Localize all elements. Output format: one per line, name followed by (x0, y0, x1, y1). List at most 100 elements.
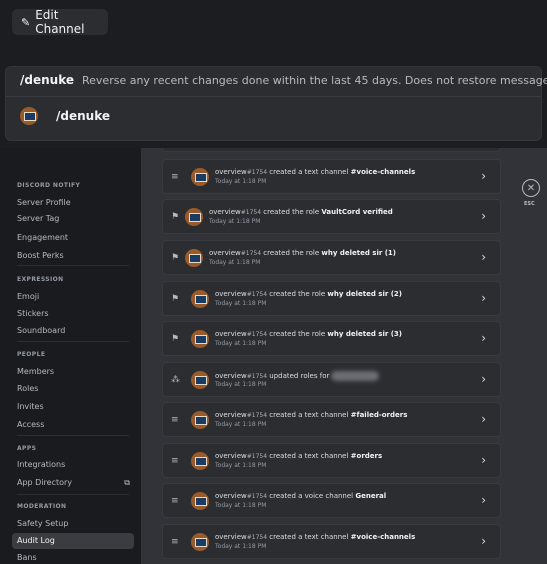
audit-user-name[interactable]: overview (215, 330, 247, 338)
command-name: /denuke (20, 73, 74, 87)
chevron-right-icon[interactable]: › (481, 412, 486, 426)
audit-log-row[interactable]: ⚑ overview#1754 created the role why dele… (162, 240, 501, 275)
channel-icon: ≡ (171, 172, 179, 182)
user-avatar (191, 452, 209, 470)
channel-icon: ≡ (171, 537, 179, 547)
audit-user-name[interactable]: overview (209, 208, 241, 216)
chevron-right-icon[interactable]: › (481, 493, 486, 507)
member-role-icon: ⁂ (171, 375, 180, 385)
external-link-icon: ⧉ (124, 478, 130, 487)
audit-user-name[interactable]: overview (209, 249, 241, 257)
audit-log-row[interactable]: ⚑ overview#1754 created the role why dele… (162, 321, 501, 356)
audit-user-name[interactable]: overview (215, 168, 247, 176)
audit-log-row[interactable]: ≡ overview#1754 created a text channel #f… (162, 402, 501, 437)
sidebar-item-label: Integrations (17, 460, 66, 469)
sidebar-section-header: PEOPLE (17, 351, 46, 358)
close-button[interactable]: ✕ (522, 179, 540, 197)
user-avatar (191, 492, 209, 510)
chevron-right-icon[interactable]: › (481, 372, 486, 386)
audit-user-name[interactable]: overview (215, 452, 247, 460)
audit-user-name[interactable]: overview (215, 372, 247, 380)
settings-sidebar: DISCORD NOTIFY Server Profile Server Tag En… (0, 148, 141, 564)
audit-log-row[interactable]: ⚑ overview#1754 created the role VaultCor… (162, 199, 501, 234)
chevron-right-icon[interactable]: › (481, 331, 486, 345)
audit-user-name[interactable]: overview (215, 533, 247, 541)
audit-action: created a text channel (269, 533, 349, 541)
sidebar-item-boost-perks[interactable]: Boost Perks (17, 251, 132, 260)
close-icon: ✕ (526, 182, 536, 194)
command-option[interactable]: /denuke (20, 107, 110, 125)
sidebar-divider (17, 265, 129, 266)
sidebar-item-invites[interactable]: Invites (17, 402, 132, 411)
audit-timestamp: Today at 1:18 PM (215, 462, 267, 469)
audit-log-row[interactable]: ≡ overview#1754 created a text channel #o… (162, 443, 501, 478)
command-option-label: /denuke (56, 109, 110, 123)
audit-user-tag: #1754 (246, 493, 268, 500)
sidebar-item-integrations[interactable]: Integrations (17, 460, 132, 469)
sidebar-item-soundboard[interactable]: Soundboard (17, 326, 132, 335)
audit-user-tag: #1754 (246, 453, 268, 460)
role-flag-icon: ⚑ (171, 212, 180, 222)
audit-target: #orders (350, 452, 383, 460)
audit-action: created the role (269, 290, 326, 298)
sidebar-item-members[interactable]: Members (17, 367, 132, 376)
user-avatar (191, 533, 209, 551)
sidebar-item-label: Members (17, 367, 55, 376)
audit-entry-text: overview#1754 created a text channel #vo… (215, 168, 415, 176)
audit-timestamp: Today at 1:18 PM (215, 543, 267, 550)
sidebar-item-roles[interactable]: Roles (17, 384, 132, 393)
audit-user-tag: #1754 (246, 169, 268, 176)
user-avatar (185, 208, 203, 226)
sidebar-item-engagement[interactable]: Engagement (17, 233, 132, 242)
sidebar-item-label: Engagement (17, 233, 69, 242)
user-avatar (191, 290, 209, 308)
audit-action: created the role (263, 249, 320, 257)
command-description: Reverse any recent changes done within t… (82, 74, 547, 87)
chevron-right-icon[interactable]: › (481, 453, 486, 467)
sidebar-item-stickers[interactable]: Stickers (17, 309, 132, 318)
sidebar-item-server-profile[interactable]: Server Profile (17, 198, 132, 207)
audit-log-row[interactable] (162, 148, 501, 152)
audit-log-row[interactable]: ⁂ overview#1754 updated roles for Today at… (162, 362, 501, 397)
audit-timestamp: Today at 1:18 PM (215, 421, 267, 428)
audit-target: why deleted sir (1) (321, 249, 396, 257)
user-avatar (191, 371, 209, 389)
audit-log-row[interactable]: ≡ overview#1754 created a text channel #v… (162, 524, 501, 559)
chevron-right-icon[interactable]: › (481, 209, 486, 223)
audit-timestamp: Today at 1:18 PM (209, 259, 261, 266)
role-flag-icon: ⚑ (171, 253, 180, 263)
sidebar-item-access[interactable]: Access (17, 420, 132, 429)
edit-channel-button[interactable]: ✎ Edit Channel (12, 8, 108, 36)
audit-entry-text: overview#1754 created a voice channel Ge… (215, 492, 386, 500)
sidebar-item-audit-log[interactable]: Audit Log (17, 536, 132, 545)
chevron-right-icon[interactable]: › (481, 534, 486, 548)
audit-entry-text: overview#1754 created a text channel #or… (215, 452, 382, 460)
sidebar-item-emoji[interactable]: Emoji (17, 292, 132, 301)
sidebar-item-bans[interactable]: Bans (17, 553, 132, 562)
audit-entry-text: overview#1754 created the role VaultCord… (209, 208, 393, 216)
audit-user-tag: #1754 (246, 291, 268, 298)
sidebar-item-safety-setup[interactable]: Safety Setup (17, 519, 132, 528)
chevron-right-icon[interactable]: › (481, 250, 486, 264)
user-avatar (191, 411, 209, 429)
audit-user-name[interactable]: overview (215, 492, 247, 500)
audit-timestamp: Today at 1:18 PM (215, 340, 267, 347)
sidebar-item-server-tag[interactable]: Server Tag (17, 214, 132, 223)
bot-avatar (20, 107, 38, 125)
chevron-right-icon[interactable]: › (481, 169, 486, 183)
audit-user-name[interactable]: overview (215, 290, 247, 298)
audit-log-row[interactable]: ≡ overview#1754 created a voice channel G… (162, 483, 501, 518)
audit-user-name[interactable]: overview (215, 411, 247, 419)
audit-user-tag: #1754 (246, 331, 268, 338)
audit-entry-text: overview#1754 created the role why delet… (215, 330, 402, 338)
audit-entry-text: overview#1754 created a text channel #vo… (215, 533, 415, 541)
chevron-right-icon[interactable]: › (481, 291, 486, 305)
user-avatar (191, 330, 209, 348)
esc-label: ESC (524, 201, 535, 207)
audit-log-row[interactable]: ≡ overview#1754 created a text channel #v… (162, 159, 501, 194)
sidebar-item-label: Emoji (17, 292, 40, 301)
audit-user-tag: #1754 (246, 534, 268, 541)
audit-user-tag: #1754 (240, 250, 262, 257)
sidebar-item-app-directory[interactable]: App Directory ⧉ (17, 478, 132, 487)
audit-log-row[interactable]: ⚑ overview#1754 created the role why dele… (162, 281, 501, 316)
